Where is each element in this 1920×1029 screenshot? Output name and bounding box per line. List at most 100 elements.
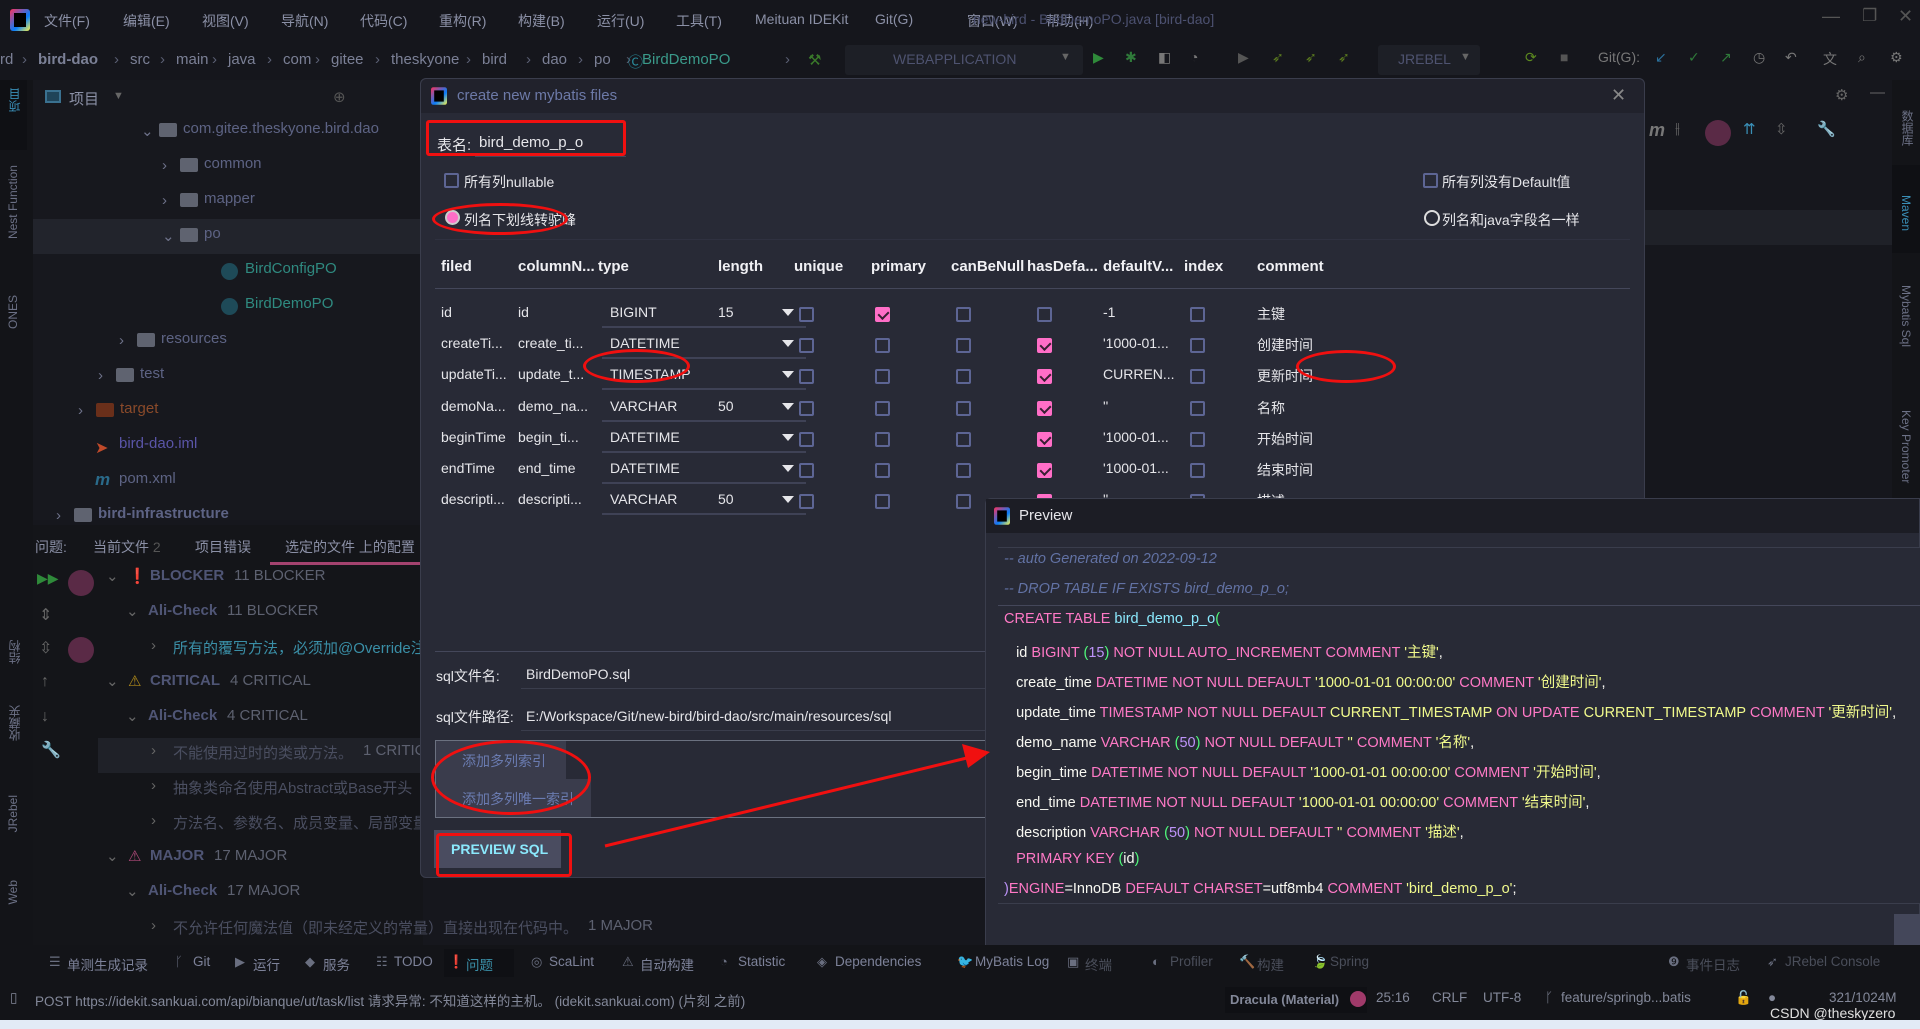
canbenull-checkbox[interactable] [956,431,971,447]
problem-item[interactable]: BLOCKER [150,567,224,584]
tree-chevron-icon[interactable]: › [162,157,167,174]
run-alt-icon[interactable]: ▶ [1238,49,1249,66]
index-checkbox[interactable] [1190,307,1205,322]
tree-item[interactable]: bird-infrastructure [98,505,229,522]
tree-item[interactable]: target [120,400,158,417]
unique-checkbox[interactable] [799,431,814,447]
unique-checkbox[interactable] [799,463,814,478]
tool-nest-function[interactable]: Nest Function [6,165,20,239]
menu-item[interactable]: 运行(U) [597,11,644,31]
hasdefault-checkbox[interactable] [1037,307,1052,322]
tool-window-button[interactable]: ScaLint [549,954,594,969]
radio-same-name[interactable] [1424,210,1440,226]
cell-default-value[interactable]: '1000-01... [1103,429,1169,445]
column-header[interactable]: primary [871,258,926,275]
close-icon[interactable]: ✕ [1611,85,1626,106]
tab-project-errors[interactable]: 项目错误 [195,537,251,557]
cell-column-name[interactable]: update_t... [518,366,584,382]
breadcrumb-item[interactable]: com [283,51,311,68]
tree-item[interactable]: common [204,155,262,172]
gear-icon[interactable]: ⚙ [1890,49,1903,66]
column-header[interactable]: canBeNull [951,258,1024,275]
add-index-button[interactable]: 添加多列索引 [436,741,566,779]
cell-field[interactable]: createTi... [441,335,503,351]
primary-checkbox[interactable] [875,431,890,447]
tree-chevron-icon[interactable]: ⌄ [126,602,139,620]
add-unique-index-button[interactable]: 添加多列唯一索引 [436,779,591,817]
canbenull-checkbox[interactable] [956,400,971,416]
tool-key-promoter[interactable]: Key Promoter [1899,410,1913,483]
tool-window-button[interactable]: 运行 [253,954,280,974]
tree-item[interactable]: BirdDemoPO [245,295,333,312]
primary-checkbox[interactable] [875,400,890,416]
column-header[interactable]: type [598,258,629,275]
type-select[interactable]: BIGINT [602,300,806,328]
tree-chevron-icon[interactable]: › [78,402,83,419]
tool-window-button[interactable]: 单测生成记录 [67,954,148,974]
cell-default-value[interactable]: '' [1103,398,1108,414]
breadcrumb-item[interactable]: bird [482,51,507,68]
tool-window-button[interactable]: 自动构建 [640,954,694,974]
wrench-icon[interactable]: 🔧 [1817,120,1836,138]
menu-item[interactable]: 重构(R) [439,11,486,31]
close-window-button[interactable]: ✕ [1898,6,1913,27]
unique-checkbox[interactable] [799,494,814,510]
primary-checkbox[interactable] [875,338,890,354]
tool-window-button[interactable]: 服务 [323,954,350,974]
tool-window-button[interactable]: Statistic [738,954,785,969]
jrebel-debug-icon[interactable]: ➶ [1305,49,1317,66]
cell-length[interactable]: 15 [718,304,734,320]
arrow-up-icon[interactable]: ↑ [41,673,49,691]
breadcrumb-item[interactable]: src [130,51,150,68]
primary-checkbox[interactable] [875,307,890,322]
tree-item[interactable]: bird-dao.iml [119,435,197,452]
tool-jrebel[interactable]: JRebel [6,795,20,832]
cell-default-value[interactable]: -1 [1103,304,1115,320]
jrebel-run-icon[interactable]: ➶ [1272,49,1284,66]
sync-icon[interactable]: ⟳ [1525,49,1537,66]
cell-column-name[interactable]: id [518,304,529,320]
run-icon[interactable]: ▶ [1093,49,1104,66]
primary-checkbox[interactable] [875,369,890,385]
column-header[interactable]: length [718,258,763,275]
tool-window-button[interactable]: MyBatis Log [975,954,1049,969]
gear-icon[interactable]: ⚙ [1835,86,1848,104]
memory-indicator[interactable]: 321/1024M [1829,990,1897,1005]
cursor-position[interactable]: 25:16 [1376,990,1410,1005]
tool-window-button[interactable]: JRebel Console [1785,954,1880,969]
tool-web[interactable]: Web [6,880,20,904]
canbenull-checkbox[interactable] [956,338,971,354]
cell-column-name[interactable]: begin_ti... [518,429,579,445]
tree-chevron-icon[interactable]: › [151,917,156,934]
tree-item[interactable]: BirdConfigPO [245,260,337,277]
hasdefault-checkbox[interactable] [1037,463,1052,478]
tree-chevron-icon[interactable]: › [162,192,167,209]
type-select[interactable]: TIMESTAMP [602,362,806,391]
cell-column-name[interactable]: descripti... [518,491,582,507]
tool-window-button[interactable]: Git [193,954,210,969]
git-commit-icon[interactable]: ✓ [1688,49,1700,66]
tree-chevron-icon[interactable]: › [119,332,124,349]
cell-comment[interactable]: 更新时间 [1257,366,1313,386]
index-checkbox[interactable] [1190,400,1205,416]
tab-selected-file-config[interactable]: 选定的文件 上的配置 [285,537,415,557]
menu-item[interactable]: 编辑(E) [123,11,170,31]
table-name-input[interactable]: bird_demo_p_o [475,129,626,157]
minimize-button[interactable]: — [1822,6,1840,27]
menu-item[interactable]: Git(G) [875,11,913,27]
coverage-icon[interactable]: ◧ [1158,49,1171,66]
stop-icon[interactable]: ■ [1560,49,1568,65]
tool-database[interactable]: 数据库 [1899,110,1916,146]
breadcrumb-item[interactable]: po [594,51,611,68]
problem-item[interactable]: Ali-Check [148,707,217,724]
menu-item[interactable]: 构建(B) [518,11,565,31]
type-select[interactable]: VARCHAR [602,487,806,516]
cell-comment[interactable]: 创建时间 [1257,335,1313,355]
menu-item[interactable]: 工具(T) [676,11,722,31]
hasdefault-checkbox[interactable] [1037,338,1052,354]
tree-chevron-icon[interactable]: ⌄ [106,847,119,865]
cell-comment[interactable]: 主键 [1257,304,1285,324]
column-header[interactable]: columnN... [518,258,595,275]
tab-current-file[interactable]: 当前文件 2 [93,537,161,557]
unique-checkbox[interactable] [799,338,814,354]
